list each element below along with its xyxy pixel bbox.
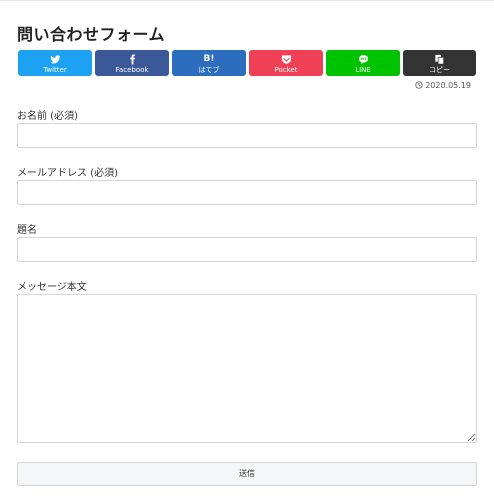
share-facebook-button[interactable]: Facebook (95, 50, 169, 76)
share-hatena-label: はてブ (198, 66, 220, 74)
share-pocket-button[interactable]: Pocket (249, 50, 323, 76)
subject-label: 題名 (17, 225, 37, 236)
clock-icon (415, 81, 423, 89)
twitter-icon (18, 52, 92, 66)
post-date-text: 2020.05.19 (425, 81, 471, 90)
hatena-bookmark-icon: B! (203, 54, 215, 64)
share-line-button[interactable]: LINE (326, 50, 400, 76)
share-twitter-button[interactable]: Twitter (18, 50, 92, 76)
share-buttons: Twitter Facebook B! はてブ Pocket LINE コピー (18, 50, 476, 76)
share-line-label: LINE (355, 66, 371, 74)
message-label: メッセージ本文 (17, 282, 87, 293)
top-divider (0, 0, 494, 1)
email-input[interactable] (17, 180, 477, 205)
email-label: メールアドレス (必須) (17, 168, 118, 179)
copy-link-label: コピー (429, 66, 450, 74)
copy-icon (403, 52, 476, 66)
name-label: お名前 (必須) (17, 111, 78, 122)
facebook-icon (95, 52, 169, 66)
submit-button[interactable]: 送信 (17, 462, 477, 486)
page-title: 問い合わせフォーム (17, 25, 166, 44)
share-twitter-label: Twitter (43, 66, 67, 74)
subject-input[interactable] (17, 237, 477, 262)
post-date: 2020.05.19 (415, 81, 471, 90)
name-input[interactable] (17, 123, 477, 148)
share-pocket-label: Pocket (274, 66, 298, 74)
copy-link-button[interactable]: コピー (403, 50, 476, 76)
share-hatena-button[interactable]: B! はてブ (172, 50, 246, 76)
pocket-icon (249, 52, 323, 66)
share-facebook-label: Facebook (115, 66, 149, 74)
line-icon (326, 52, 400, 66)
message-textarea[interactable] (17, 294, 477, 443)
